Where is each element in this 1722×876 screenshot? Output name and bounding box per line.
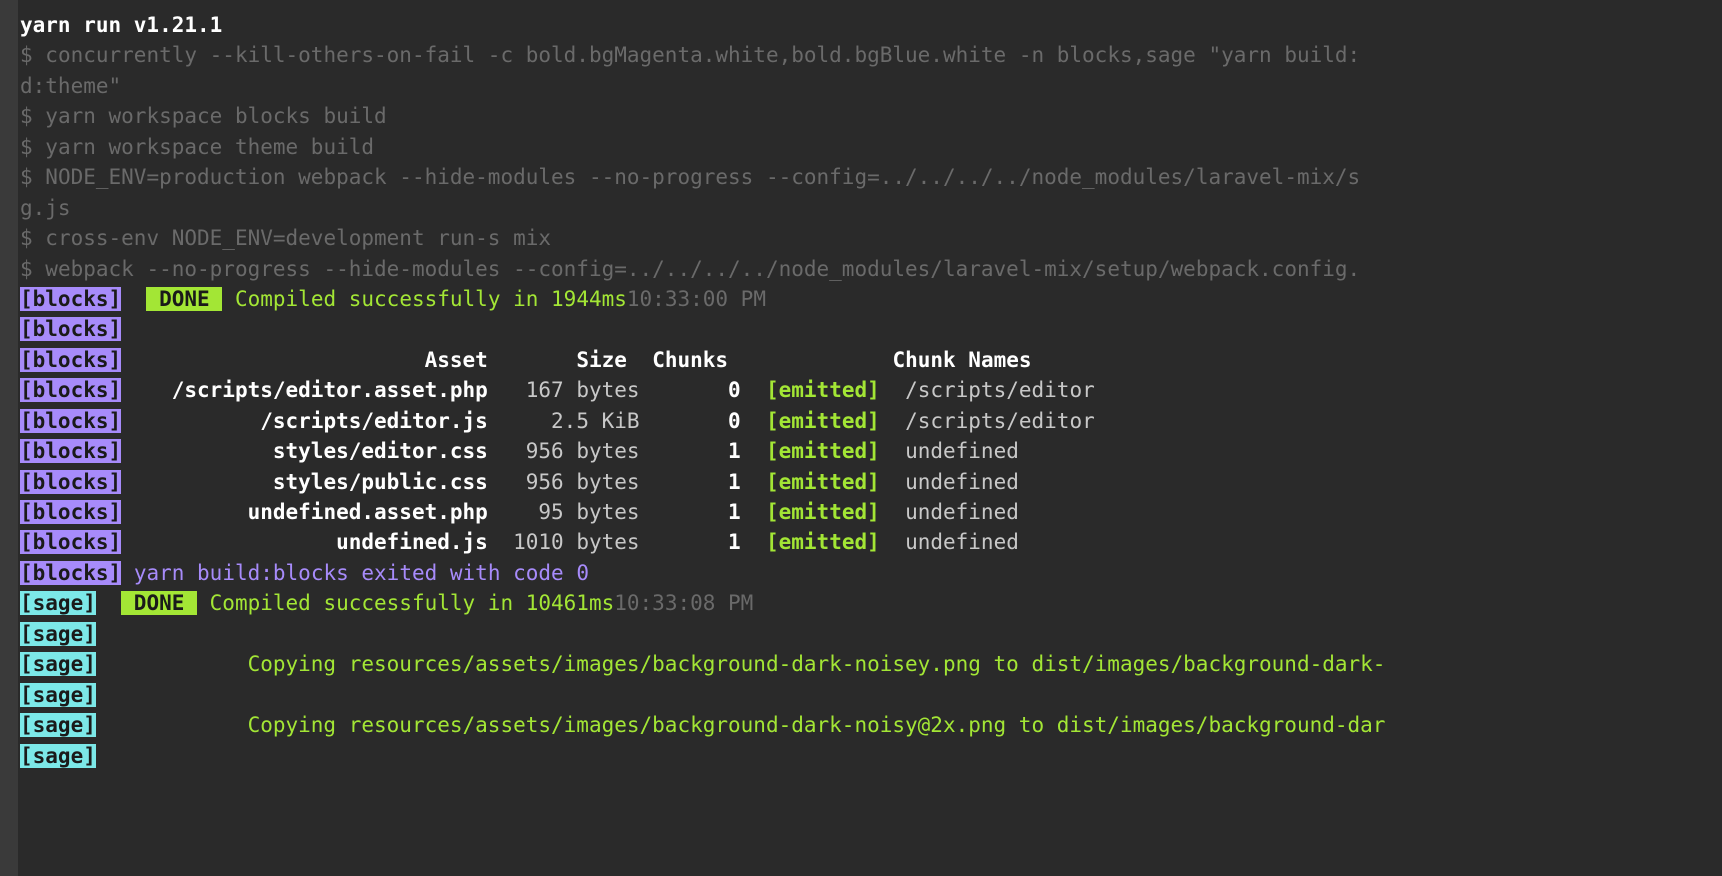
asset-size: 2.5 KiB — [488, 409, 640, 433]
sage-tag: [sage] — [20, 622, 96, 646]
blocks-tag: [blocks] — [20, 317, 121, 341]
asset-name: styles/editor.css — [121, 439, 488, 463]
asset-row: [blocks] undefined.js 1010 bytes 1 [emit… — [20, 527, 1702, 557]
sage-tag: [sage] — [20, 744, 96, 768]
timestamp: 10:33:00 PM — [627, 287, 766, 311]
sage-empty-line: [sage] — [20, 680, 1702, 710]
asset-chunkname: /scripts/editor — [905, 378, 1095, 402]
editor-sidebar — [0, 0, 18, 876]
sage-tag: [sage] — [20, 713, 96, 737]
asset-size: 1010 bytes — [488, 530, 640, 554]
asset-status: [emitted] — [766, 470, 880, 494]
asset-name: /scripts/editor.asset.php — [121, 378, 488, 402]
asset-size: 95 bytes — [488, 500, 640, 524]
asset-row: [blocks] styles/public.css 956 bytes 1 [… — [20, 467, 1702, 497]
sage-tag: [sage] — [20, 683, 96, 707]
asset-chunkname: /scripts/editor — [905, 409, 1095, 433]
blocks-tag: [blocks] — [20, 409, 121, 433]
sage-done-line: [sage] DONE Compiled successfully in 104… — [20, 588, 1702, 618]
asset-status: [emitted] — [766, 500, 880, 524]
cmd-line: $ cross-env NODE_ENV=development run-s m… — [20, 223, 1702, 253]
cmd-line: $ NODE_ENV=production webpack --hide-mod… — [20, 162, 1702, 192]
asset-name: undefined.asset.php — [121, 500, 488, 524]
asset-row: [blocks] undefined.asset.php 95 bytes 1 … — [20, 497, 1702, 527]
asset-chunks: 1 — [640, 439, 741, 463]
asset-name: undefined.js — [121, 530, 488, 554]
asset-size: 956 bytes — [488, 439, 640, 463]
terminal-content: yarn run v1.21.1 $ concurrently --kill-o… — [20, 10, 1702, 771]
sage-copy-line: [sage] Copying resources/assets/images/b… — [20, 710, 1702, 740]
asset-row: [blocks] /scripts/editor.js 2.5 KiB 0 [e… — [20, 406, 1702, 436]
done-badge: DONE — [146, 287, 222, 311]
asset-name: styles/public.css — [121, 470, 488, 494]
sage-copy-line: [sage] Copying resources/assets/images/b… — [20, 649, 1702, 679]
asset-chunks: 0 — [640, 409, 741, 433]
cmd-line: $ yarn workspace theme build — [20, 132, 1702, 162]
blocks-tag: [blocks] — [20, 439, 121, 463]
asset-chunkname: undefined — [905, 470, 1019, 494]
yarn-version-header: yarn run v1.21.1 — [20, 10, 1702, 40]
cmd-line: $ webpack --no-progress --hide-modules -… — [20, 254, 1702, 284]
sage-empty-line: [sage] — [20, 741, 1702, 771]
blocks-done-line: [blocks] DONE Compiled successfully in 1… — [20, 284, 1702, 314]
asset-name: /scripts/editor.js — [121, 409, 488, 433]
blocks-tag: [blocks] — [20, 500, 121, 524]
cmd-line-wrap: g.js — [20, 193, 1702, 223]
compile-success-text: Compiled successfully in 1944ms — [222, 287, 627, 311]
blocks-tag: [blocks] — [20, 378, 121, 402]
blocks-empty-line: [blocks] — [20, 314, 1702, 344]
asset-status: [emitted] — [766, 439, 880, 463]
timestamp: 10:33:08 PM — [614, 591, 753, 615]
asset-status: [emitted] — [766, 530, 880, 554]
blocks-tag: [blocks] — [20, 470, 121, 494]
asset-row: [blocks] styles/editor.css 956 bytes 1 [… — [20, 436, 1702, 466]
blocks-tag: [blocks] — [20, 561, 121, 585]
done-badge: DONE — [121, 591, 197, 615]
asset-chunks: 1 — [640, 530, 741, 554]
asset-size: 167 bytes — [488, 378, 640, 402]
cmd-line-wrap: d:theme" — [20, 71, 1702, 101]
sage-tag: [sage] — [20, 591, 96, 615]
asset-chunks: 0 — [640, 378, 741, 402]
asset-status: [emitted] — [766, 378, 880, 402]
asset-table-header: [blocks] Asset Size Chunks Chunk Names — [20, 345, 1702, 375]
sage-empty-line: [sage] — [20, 619, 1702, 649]
cmd-line: $ concurrently --kill-others-on-fail -c … — [20, 40, 1702, 70]
blocks-tag: [blocks] — [20, 287, 121, 311]
asset-size: 956 bytes — [488, 470, 640, 494]
sage-tag: [sage] — [20, 652, 96, 676]
asset-chunkname: undefined — [905, 439, 1019, 463]
asset-chunks: 1 — [640, 470, 741, 494]
asset-chunkname: undefined — [905, 500, 1019, 524]
blocks-exit-line: [blocks] yarn build:blocks exited with c… — [20, 558, 1702, 588]
blocks-tag: [blocks] — [20, 348, 121, 372]
blocks-tag: [blocks] — [20, 530, 121, 554]
cmd-line: $ yarn workspace blocks build — [20, 101, 1702, 131]
asset-row: [blocks] /scripts/editor.asset.php 167 b… — [20, 375, 1702, 405]
compile-success-text: Compiled successfully in 10461ms — [197, 591, 614, 615]
asset-status: [emitted] — [766, 409, 880, 433]
asset-chunkname: undefined — [905, 530, 1019, 554]
asset-chunks: 1 — [640, 500, 741, 524]
